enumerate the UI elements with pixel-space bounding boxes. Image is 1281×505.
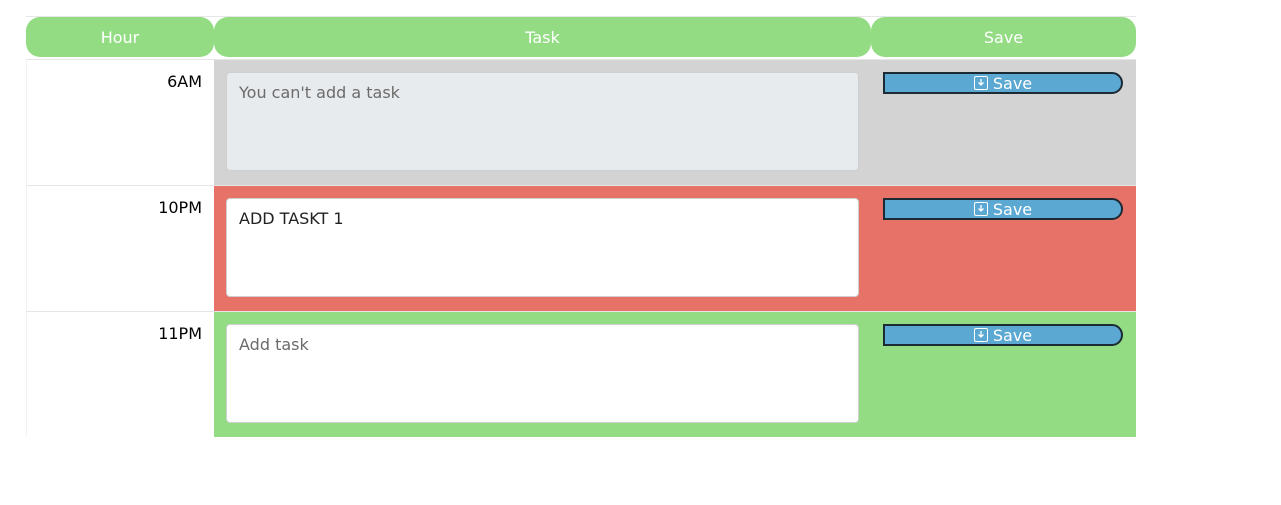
task-input[interactable] bbox=[226, 324, 859, 423]
download-icon bbox=[973, 328, 988, 342]
task-input[interactable] bbox=[226, 72, 859, 171]
hour-label: 10PM bbox=[26, 186, 214, 311]
header-row: Hour Task Save bbox=[26, 16, 1136, 59]
save-cell: Save bbox=[871, 60, 1136, 185]
time-block-future: Save bbox=[214, 312, 1136, 437]
time-block-row: 10PM Save bbox=[26, 185, 1136, 311]
header-task: Task bbox=[214, 17, 871, 57]
time-block-row: 11PM Save bbox=[26, 311, 1136, 437]
save-button[interactable]: Save bbox=[883, 72, 1123, 94]
time-block-present: Save bbox=[214, 186, 1136, 311]
download-icon bbox=[973, 76, 988, 90]
task-cell bbox=[214, 60, 871, 185]
hour-label: 6AM bbox=[26, 60, 214, 185]
task-cell bbox=[214, 186, 871, 311]
day-planner: Hour Task Save 6AM Save 10PM bbox=[26, 16, 1136, 437]
save-cell: Save bbox=[871, 312, 1136, 437]
time-block-past: Save bbox=[214, 60, 1136, 185]
time-block-row: 6AM Save bbox=[26, 59, 1136, 185]
save-button-label: Save bbox=[992, 73, 1033, 93]
header-save: Save bbox=[871, 17, 1136, 57]
save-button[interactable]: Save bbox=[883, 198, 1123, 220]
header-hour: Hour bbox=[26, 17, 214, 57]
hour-label: 11PM bbox=[26, 312, 214, 437]
task-input[interactable] bbox=[226, 198, 859, 297]
save-button-label: Save bbox=[992, 199, 1033, 219]
save-button-label: Save bbox=[992, 325, 1033, 345]
task-cell bbox=[214, 312, 871, 437]
download-icon bbox=[973, 202, 988, 216]
save-cell: Save bbox=[871, 186, 1136, 311]
save-button[interactable]: Save bbox=[883, 324, 1123, 346]
